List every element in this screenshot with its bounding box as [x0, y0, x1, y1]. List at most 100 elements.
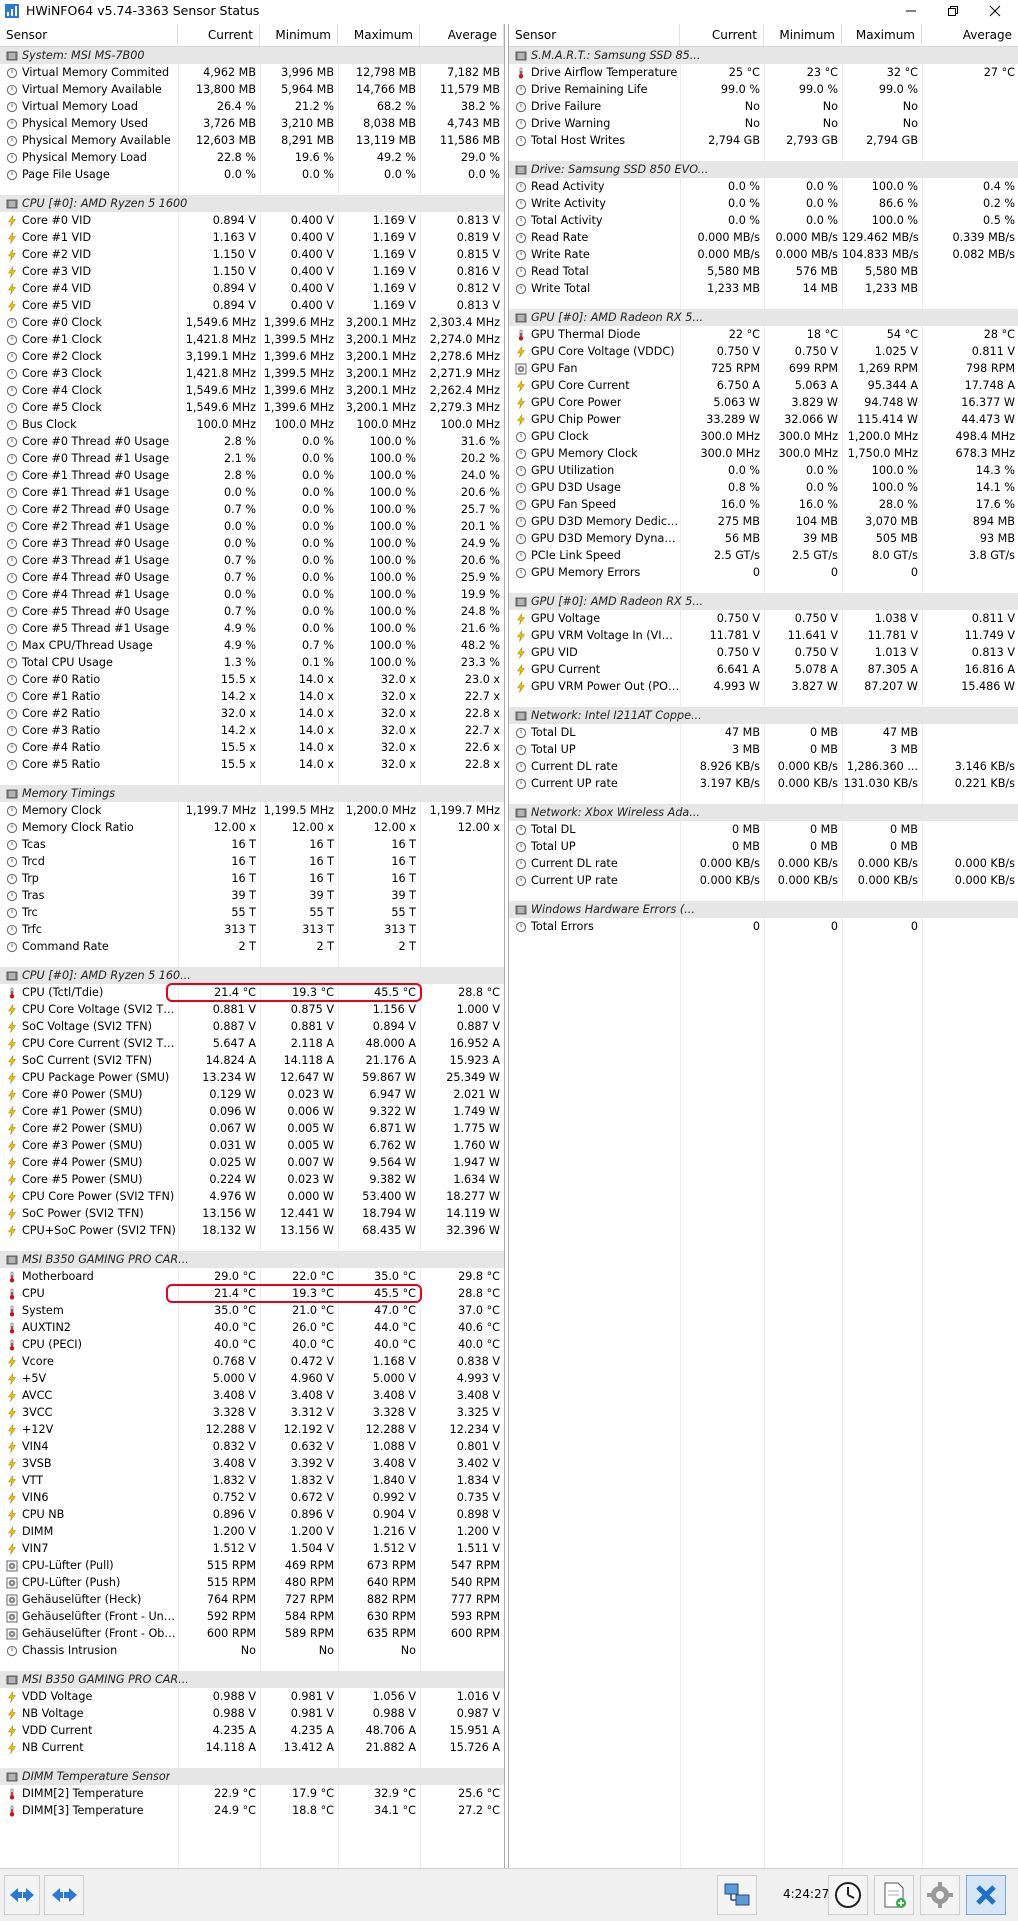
sensor-row-total-errors[interactable]: Total Errors 0 0 0 [509, 918, 1018, 935]
sensor-row-gpu-core-power[interactable]: GPU Core Power 5.063 W 3.829 W 94.748 W 16.3… [509, 394, 1018, 411]
sensor-row-core-3-thread-1-usage[interactable]: Core #3 Thread #1 Usage 0.7 % 0.0 % 100.0 %… [0, 552, 504, 569]
sensor-row-core-0-clock[interactable]: Core #0 Clock 1,549.6 MHz 1,399.6 MHz 3,200… [0, 314, 504, 331]
sensor-row-cpu[interactable]: CPU 21.4 °C 19.3 °C 45.5 °C 28.8 °C [0, 1284, 504, 1303]
sensor-row-gpu-chip-power[interactable]: GPU Chip Power 33.289 W 32.066 W 115.414 W 4… [509, 411, 1018, 428]
sensor-row-gpu-current[interactable]: GPU Current 6.641 A 5.078 A 87.305 A 16.816 … [509, 661, 1018, 678]
sensor-group-header[interactable]: S.M.A.R.T.: Samsung SSD 85... [509, 47, 1018, 64]
sensor-row-core-1-clock[interactable]: Core #1 Clock 1,421.8 MHz 1,399.5 MHz 3,200… [0, 331, 504, 348]
sensor-row-drive-remaining-life[interactable]: Drive Remaining Life 99.0 % 99.0 % 99.0 % [509, 81, 1018, 98]
sensor-row-gpu-clock[interactable]: GPU Clock 300.0 MHz 300.0 MHz 1,200.0 MHz 49… [509, 428, 1018, 445]
sensor-row-nb-current[interactable]: NB Current 14.118 A 13.412 A 21.882 A 15.726… [0, 1739, 504, 1756]
sensor-row-core-4-ratio[interactable]: Core #4 Ratio 15.5 x 14.0 x 32.0 x 22.6 x [0, 739, 504, 756]
sensor-row-core-3-clock[interactable]: Core #3 Clock 1,421.8 MHz 1,399.5 MHz 3,200… [0, 365, 504, 382]
sensor-row-vin6[interactable]: VIN6 0.752 V 0.672 V 0.992 V 0.735 V [0, 1489, 504, 1506]
sensor-group-header[interactable]: DIMM Temperature Sensor [0, 1768, 504, 1785]
sensor-row-gpu-vrm-power-out-pout[interactable]: GPU VRM Power Out (POUT) 4.993 W 3.827 W 87… [509, 678, 1018, 695]
logging-button[interactable] [874, 1875, 914, 1915]
sensor-row-core-2-vid[interactable]: Core #2 VID 1.150 V 0.400 V 1.169 V 0.815 V [0, 246, 504, 263]
reset-timer-button[interactable] [828, 1875, 868, 1915]
sensor-row-physical-memory-load[interactable]: Physical Memory Load 22.8 % 19.6 % 49.2 % 29… [0, 149, 504, 166]
sensor-row-vcore[interactable]: Vcore 0.768 V 0.472 V 1.168 V 0.838 V [0, 1353, 504, 1370]
close-button[interactable] [974, 0, 1016, 22]
sensor-row-dimm[interactable]: DIMM 1.200 V 1.200 V 1.216 V 1.200 V [0, 1523, 504, 1540]
col-header-sensor[interactable]: Sensor [509, 24, 680, 46]
sensor-row-trcd[interactable]: Trcd 16 T 16 T 16 T [0, 853, 504, 870]
sensor-row-memory-clock[interactable]: Memory Clock 1,199.7 MHz 1,199.5 MHz 1,200.… [0, 802, 504, 819]
sensor-row-trfc[interactable]: Trfc 313 T 313 T 313 T [0, 921, 504, 938]
sensor-row-gpu-memory-clock[interactable]: GPU Memory Clock 300.0 MHz 300.0 MHz 1,750.… [509, 445, 1018, 462]
sensor-row-3vsb[interactable]: 3VSB 3.408 V 3.392 V 3.408 V 3.402 V [0, 1455, 504, 1472]
sensor-row-nb-voltage[interactable]: NB Voltage 0.988 V 0.981 V 0.988 V 0.987 V [0, 1705, 504, 1722]
sensor-row-12v[interactable]: +12V 12.288 V 12.192 V 12.288 V 12.234 V [0, 1421, 504, 1438]
sensor-group-header[interactable]: GPU [#0]: AMD Radeon RX 5... [509, 593, 1018, 610]
sensor-row-core-3-ratio[interactable]: Core #3 Ratio 14.2 x 14.0 x 32.0 x 22.7 x [0, 722, 504, 739]
sensor-row-current-dl-rate[interactable]: Current DL rate 8.926 KB/s 0.000 KB/s 1,286… [509, 758, 1018, 775]
sensor-row-vdd-voltage[interactable]: VDD Voltage 0.988 V 0.981 V 1.056 V 1.016 V [0, 1688, 504, 1705]
sensor-row-total-host-writes[interactable]: Total Host Writes 2,794 GB 2,793 GB 2,794 G… [509, 132, 1018, 149]
sensor-row-core-0-power-smu[interactable]: Core #0 Power (SMU) 0.129 W 0.023 W 6.947 W… [0, 1086, 504, 1103]
sensor-row-write-total[interactable]: Write Total 1,233 MB 14 MB 1,233 MB [509, 280, 1018, 297]
sensor-row-tcas[interactable]: Tcas 16 T 16 T 16 T [0, 836, 504, 853]
sensor-row-gpu-d3d-usage[interactable]: GPU D3D Usage 0.8 % 0.0 % 100.0 % 14.1 % [509, 479, 1018, 496]
minimize-button[interactable] [890, 0, 932, 22]
sensor-group-header[interactable]: GPU [#0]: AMD Radeon RX 5... [509, 309, 1018, 326]
sensor-row-core-1-ratio[interactable]: Core #1 Ratio 14.2 x 14.0 x 32.0 x 22.7 x [0, 688, 504, 705]
sensor-row-core-0-thread-0-usage[interactable]: Core #0 Thread #0 Usage 2.8 % 0.0 % 100.0 %… [0, 433, 504, 450]
sensor-row-drive-warning[interactable]: Drive Warning No No No [509, 115, 1018, 132]
sensor-row-command-rate[interactable]: Command Rate 2 T 2 T 2 T [0, 938, 504, 955]
sensor-row-chassis-intrusion[interactable]: Chassis Intrusion No No No [0, 1642, 504, 1659]
sensor-row-cpu-nb[interactable]: CPU NB 0.896 V 0.896 V 0.904 V 0.898 V [0, 1506, 504, 1523]
sensor-row-core-5-ratio[interactable]: Core #5 Ratio 15.5 x 14.0 x 32.0 x 22.8 x [0, 756, 504, 773]
sensor-row-bus-clock[interactable]: Bus Clock 100.0 MHz 100.0 MHz 100.0 MHz 100.… [0, 416, 504, 433]
sensor-row-gpu-thermal-diode[interactable]: GPU Thermal Diode 22 °C 18 °C 54 °C 28 °C [509, 326, 1018, 343]
sensor-row-virtual-memory-available[interactable]: Virtual Memory Available 13,800 MB 5,964 M… [0, 81, 504, 98]
col-header-average[interactable]: Average [922, 24, 1018, 46]
sensor-row-core-2-clock[interactable]: Core #2 Clock 3,199.1 MHz 1,399.6 MHz 3,200… [0, 348, 504, 365]
col-header-maximum[interactable]: Maximum [842, 24, 922, 46]
sensor-row-geh-usel-fter-heck[interactable]: Gehäuselüfter (Heck) 764 RPM 727 RPM 882 RP… [0, 1591, 504, 1608]
sensor-row-gpu-memory-errors[interactable]: GPU Memory Errors 0 0 0 [509, 564, 1018, 581]
sensor-row-total-up[interactable]: Total UP 0 MB 0 MB 0 MB [509, 838, 1018, 855]
sensor-row-soc-current-svi2-tfn[interactable]: SoC Current (SVI2 TFN) 14.824 A 14.118 A 21… [0, 1052, 504, 1069]
sensor-row-core-2-power-smu[interactable]: Core #2 Power (SMU) 0.067 W 0.005 W 6.871 W… [0, 1120, 504, 1137]
sensor-row-drive-airflow-temperature[interactable]: Drive Airflow Temperature 25 °C 23 °C 32 °C… [509, 64, 1018, 81]
sensor-row-tras[interactable]: Tras 39 T 39 T 39 T [0, 887, 504, 904]
sensor-row-trc[interactable]: Trc 55 T 55 T 55 T [0, 904, 504, 921]
sensor-row-core-5-vid[interactable]: Core #5 VID 0.894 V 0.400 V 1.169 V 0.813 V [0, 297, 504, 314]
sensor-row-trp[interactable]: Trp 16 T 16 T 16 T [0, 870, 504, 887]
sensor-row-virtual-memory-commited[interactable]: Virtual Memory Commited 4,962 MB 3,996 MB 1… [0, 64, 504, 81]
nav-forward-button[interactable] [44, 1875, 84, 1915]
sensor-row-core-3-thread-0-usage[interactable]: Core #3 Thread #0 Usage 0.0 % 0.0 % 100.0 %… [0, 535, 504, 552]
sensor-row-current-dl-rate[interactable]: Current DL rate 0.000 KB/s 0.000 KB/s 0.000… [509, 855, 1018, 872]
sensor-row-cpu-package-power-smu[interactable]: CPU Package Power (SMU) 13.234 W 12.647 W 5… [0, 1069, 504, 1086]
settings-button[interactable] [920, 1875, 960, 1915]
sensor-row-cpu-core-current-svi2-tfn[interactable]: CPU Core Current (SVI2 TFN) 5.647 A 2.118 … [0, 1035, 504, 1052]
sensor-row-read-rate[interactable]: Read Rate 0.000 MB/s 0.000 MB/s 129.462 MB/… [509, 229, 1018, 246]
sensor-row-gpu-fan[interactable]: GPU Fan 725 RPM 699 RPM 1,269 RPM 798 RPM [509, 360, 1018, 377]
sensor-row-dimm-3-temperature[interactable]: DIMM[3] Temperature 24.9 °C 18.8 °C 34.1 °C… [0, 1802, 504, 1819]
network-connect-button[interactable] [717, 1875, 757, 1915]
nav-back-button[interactable] [4, 1875, 40, 1915]
sensor-row-5v[interactable]: +5V 5.000 V 4.960 V 5.000 V 4.993 V [0, 1370, 504, 1387]
sensor-row-pcie-link-speed[interactable]: PCIe Link Speed 2.5 GT/s 2.5 GT/s 8.0 GT/s 3… [509, 547, 1018, 564]
sensor-row-dimm-2-temperature[interactable]: DIMM[2] Temperature 22.9 °C 17.9 °C 32.9 °C… [0, 1785, 504, 1802]
sensor-group-header[interactable]: Memory Timings [0, 785, 504, 802]
sensor-row-geh-usel-fter-front-oben[interactable]: Gehäuselüfter (Front - Oben) 600 RPM 589 R… [0, 1625, 504, 1642]
sensor-row-geh-usel-fter-front-unten[interactable]: Gehäuselüfter (Front - Unten) 592 RPM 584 … [0, 1608, 504, 1625]
sensor-row-core-1-thread-0-usage[interactable]: Core #1 Thread #0 Usage 2.8 % 0.0 % 100.0 %… [0, 467, 504, 484]
sensor-row-core-4-vid[interactable]: Core #4 VID 0.894 V 0.400 V 1.169 V 0.812 V [0, 280, 504, 297]
sensor-row-total-cpu-usage[interactable]: Total CPU Usage 1.3 % 0.1 % 100.0 % 23.3 % [0, 654, 504, 671]
sensor-row-cpu-core-voltage-svi2-tfn[interactable]: CPU Core Voltage (SVI2 TFN) 0.881 V 0.875 … [0, 1001, 504, 1018]
col-header-average[interactable]: Average [420, 24, 504, 46]
sensor-row-vin7[interactable]: VIN7 1.512 V 1.504 V 1.512 V 1.511 V [0, 1540, 504, 1557]
sensor-row-gpu-d3d-memory-dynamic[interactable]: GPU D3D Memory Dynamic 56 MB 39 MB 505 MB 93… [509, 530, 1018, 547]
sensor-row-core-5-clock[interactable]: Core #5 Clock 1,549.6 MHz 1,399.6 MHz 3,200… [0, 399, 504, 416]
sensor-row-drive-failure[interactable]: Drive Failure No No No [509, 98, 1018, 115]
sensor-row-physical-memory-available[interactable]: Physical Memory Available 12,603 MB 8,291 … [0, 132, 504, 149]
sensor-row-core-4-clock[interactable]: Core #4 Clock 1,549.6 MHz 1,399.6 MHz 3,200… [0, 382, 504, 399]
sensor-row-vin4[interactable]: VIN4 0.832 V 0.632 V 1.088 V 0.801 V [0, 1438, 504, 1455]
sensor-row-virtual-memory-load[interactable]: Virtual Memory Load 26.4 % 21.2 % 68.2 % 38.… [0, 98, 504, 115]
sensor-row-core-1-power-smu[interactable]: Core #1 Power (SMU) 0.096 W 0.006 W 9.322 W… [0, 1103, 504, 1120]
sensor-row-total-activity[interactable]: Total Activity 0.0 % 0.0 % 100.0 % 0.5 % [509, 212, 1018, 229]
sensor-row-total-dl[interactable]: Total DL 0 MB 0 MB 0 MB [509, 821, 1018, 838]
